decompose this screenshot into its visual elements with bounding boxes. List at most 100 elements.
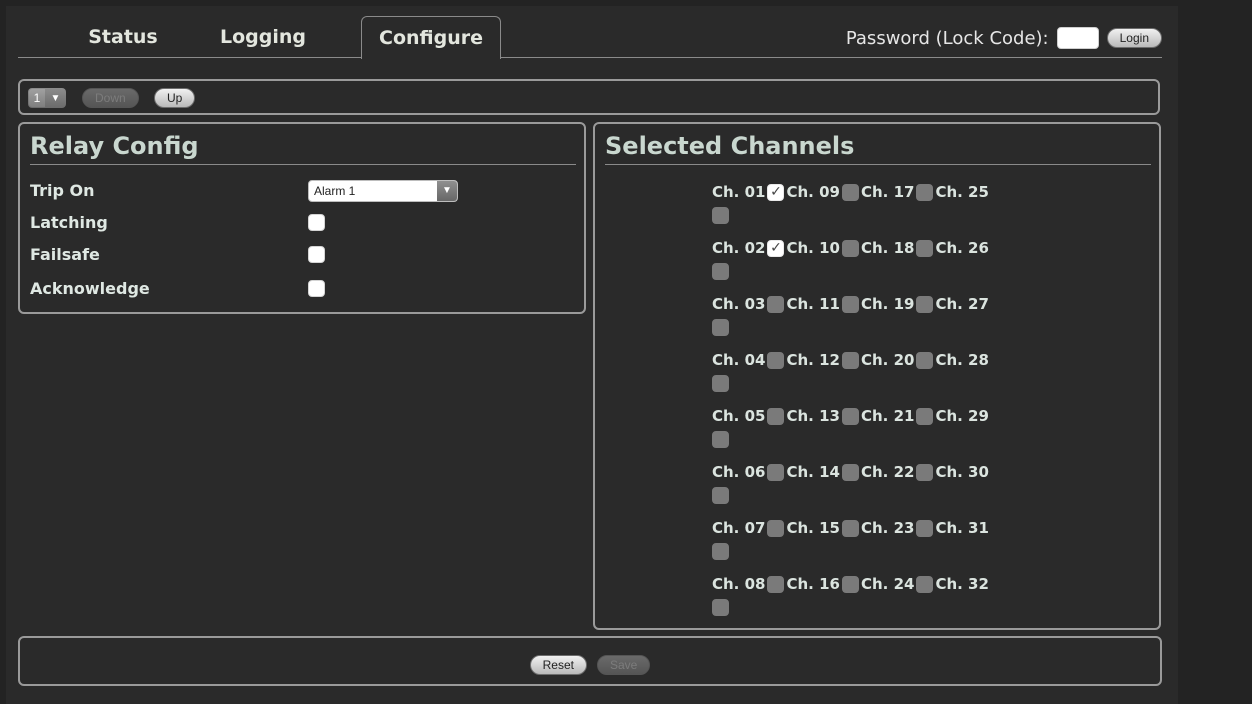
channel-item: Ch. 09 xyxy=(786,183,859,201)
channel-label: Ch. 06 xyxy=(712,463,766,481)
down-button[interactable]: Down xyxy=(82,88,139,108)
channel-row: Ch. 08 Ch. 16 Ch. 24 Ch. 32 xyxy=(712,572,1042,628)
channel-label: Ch. 04 xyxy=(712,351,766,369)
channel-item: Ch. 23 xyxy=(861,519,934,537)
channel-label: Ch. 21 xyxy=(860,407,915,425)
channel-row: Ch. 05 Ch. 13 Ch. 21 Ch. 29 xyxy=(712,404,1042,460)
tab-configure[interactable]: Configure xyxy=(361,16,501,59)
channel-checkbox[interactable] xyxy=(712,318,729,336)
channel-item: Ch. 06 xyxy=(712,463,785,481)
channel-item: Ch. 20 xyxy=(861,351,934,369)
login-area: Password (Lock Code): Login xyxy=(846,24,1162,52)
relay-number-select[interactable]: 1 ▼ xyxy=(28,88,66,108)
channel-checkbox[interactable] xyxy=(767,575,785,593)
channel-item: Ch. 12 xyxy=(786,351,859,369)
tab-status[interactable]: Status xyxy=(68,16,178,58)
channel-item: Ch. 17 xyxy=(860,183,934,201)
chevron-down-icon: ▼ xyxy=(437,181,457,201)
channel-label: Ch. 22 xyxy=(860,463,915,481)
channel-checkbox[interactable] xyxy=(767,407,785,425)
channel-item: Ch. 29 xyxy=(935,407,990,425)
channel-label: Ch. 05 xyxy=(712,407,766,425)
channel-checkbox[interactable] xyxy=(712,374,729,392)
latching-checkbox[interactable] xyxy=(308,214,325,231)
channel-checkbox[interactable] xyxy=(841,183,859,201)
channel-checkbox[interactable] xyxy=(712,598,729,616)
channel-checkbox[interactable] xyxy=(916,463,934,481)
channel-item: Ch. 07 xyxy=(712,519,785,537)
up-button[interactable]: Up xyxy=(154,88,196,108)
channel-row-wrap xyxy=(712,484,1042,506)
channel-checkbox[interactable] xyxy=(841,351,859,369)
channel-checkbox[interactable] xyxy=(916,351,934,369)
channel-item: Ch. 08 xyxy=(712,575,785,593)
channel-label: Ch. 25 xyxy=(935,183,989,201)
channel-item: Ch. 14 xyxy=(786,463,859,481)
selected-channels-panel: Selected Channels Ch. 01 ✓ Ch. 09 Ch. 17 Ch.… xyxy=(593,122,1161,630)
channel-checkbox[interactable] xyxy=(841,575,859,593)
channel-label: Ch. 01 xyxy=(712,183,766,201)
relay-toolbar: 1 ▼ Down Up xyxy=(18,79,1160,115)
channel-checkbox[interactable] xyxy=(712,206,729,224)
channel-row-wrap xyxy=(712,372,1042,394)
channel-checkbox[interactable] xyxy=(841,519,859,537)
channel-row-wrap xyxy=(712,316,1042,338)
password-label: Password (Lock Code): xyxy=(845,27,1049,49)
login-button[interactable]: Login xyxy=(1106,28,1162,48)
trip-on-value: Alarm 1 xyxy=(314,184,356,198)
channel-row: Ch. 03 Ch. 11 Ch. 19 Ch. 27 xyxy=(712,292,1042,348)
channel-label: Ch. 10 xyxy=(786,239,840,257)
acknowledge-checkbox[interactable] xyxy=(308,280,325,297)
channel-row-line: Ch. 03 Ch. 11 Ch. 19 Ch. 27 xyxy=(712,292,1042,316)
channel-label: Ch. 09 xyxy=(786,183,840,201)
channel-row-wrap xyxy=(712,260,1042,282)
channel-checkbox[interactable] xyxy=(916,295,934,313)
channel-checkbox[interactable] xyxy=(841,239,859,257)
channel-row-line: Ch. 04 Ch. 12 Ch. 20 Ch. 28 xyxy=(712,348,1042,372)
save-button[interactable]: Save xyxy=(597,655,651,675)
channel-checkbox[interactable] xyxy=(767,351,785,369)
channel-row-line: Ch. 02 ✓ Ch. 10 Ch. 18 Ch. 26 xyxy=(712,236,1042,260)
channel-item: Ch. 10 xyxy=(786,239,859,257)
channel-checkbox[interactable] xyxy=(916,519,934,537)
channel-label: Ch. 30 xyxy=(935,463,989,481)
trip-on-select[interactable]: Alarm 1 ▼ xyxy=(308,180,458,202)
channel-grid: Ch. 01 ✓ Ch. 09 Ch. 17 Ch. 25 Ch. 02 ✓ Ch. 10 Ch… xyxy=(712,180,1042,628)
failsafe-checkbox[interactable] xyxy=(308,246,325,263)
channel-item: Ch. 32 xyxy=(935,575,990,593)
channel-item: Ch. 26 xyxy=(935,239,990,257)
password-input[interactable] xyxy=(1056,27,1099,49)
channel-checkbox[interactable] xyxy=(916,183,934,201)
channel-checkbox[interactable] xyxy=(916,239,934,257)
footer-panel: Reset Save xyxy=(18,636,1162,686)
channel-checkbox[interactable] xyxy=(841,407,859,425)
channel-row-line: Ch. 07 Ch. 15 Ch. 23 Ch. 31 xyxy=(712,516,1042,540)
channel-item: Ch. 31 xyxy=(935,519,990,537)
channel-checkbox[interactable] xyxy=(916,407,934,425)
reset-button[interactable]: Reset xyxy=(529,655,587,675)
channel-label: Ch. 17 xyxy=(860,183,915,201)
channel-checkbox[interactable] xyxy=(712,262,729,280)
channel-checkbox[interactable] xyxy=(841,295,859,313)
acknowledge-label: Acknowledge xyxy=(30,279,150,298)
channel-row-line: Ch. 05 Ch. 13 Ch. 21 Ch. 29 xyxy=(712,404,1042,428)
channel-checkbox[interactable] xyxy=(767,295,785,313)
channel-checkbox[interactable] xyxy=(767,519,785,537)
channel-item: Ch. 24 xyxy=(861,575,934,593)
channel-row: Ch. 01 ✓ Ch. 09 Ch. 17 Ch. 25 xyxy=(712,180,1042,236)
channel-checkbox[interactable] xyxy=(841,463,859,481)
channel-checkbox[interactable]: ✓ xyxy=(767,183,785,201)
channel-label: Ch. 14 xyxy=(786,463,840,481)
channel-checkbox[interactable] xyxy=(916,575,934,593)
chevron-down-icon: ▼ xyxy=(50,92,61,104)
channel-checkbox[interactable] xyxy=(767,463,785,481)
channel-row-wrap xyxy=(712,428,1042,450)
tab-logging[interactable]: Logging xyxy=(198,16,328,58)
channel-label: Ch. 27 xyxy=(935,295,989,313)
channel-checkbox[interactable] xyxy=(712,430,729,448)
channel-checkbox[interactable] xyxy=(712,486,729,504)
channel-checkbox[interactable] xyxy=(712,542,729,560)
channel-label: Ch. 31 xyxy=(935,519,989,537)
channel-checkbox[interactable]: ✓ xyxy=(767,239,785,257)
channel-label: Ch. 12 xyxy=(786,351,840,369)
